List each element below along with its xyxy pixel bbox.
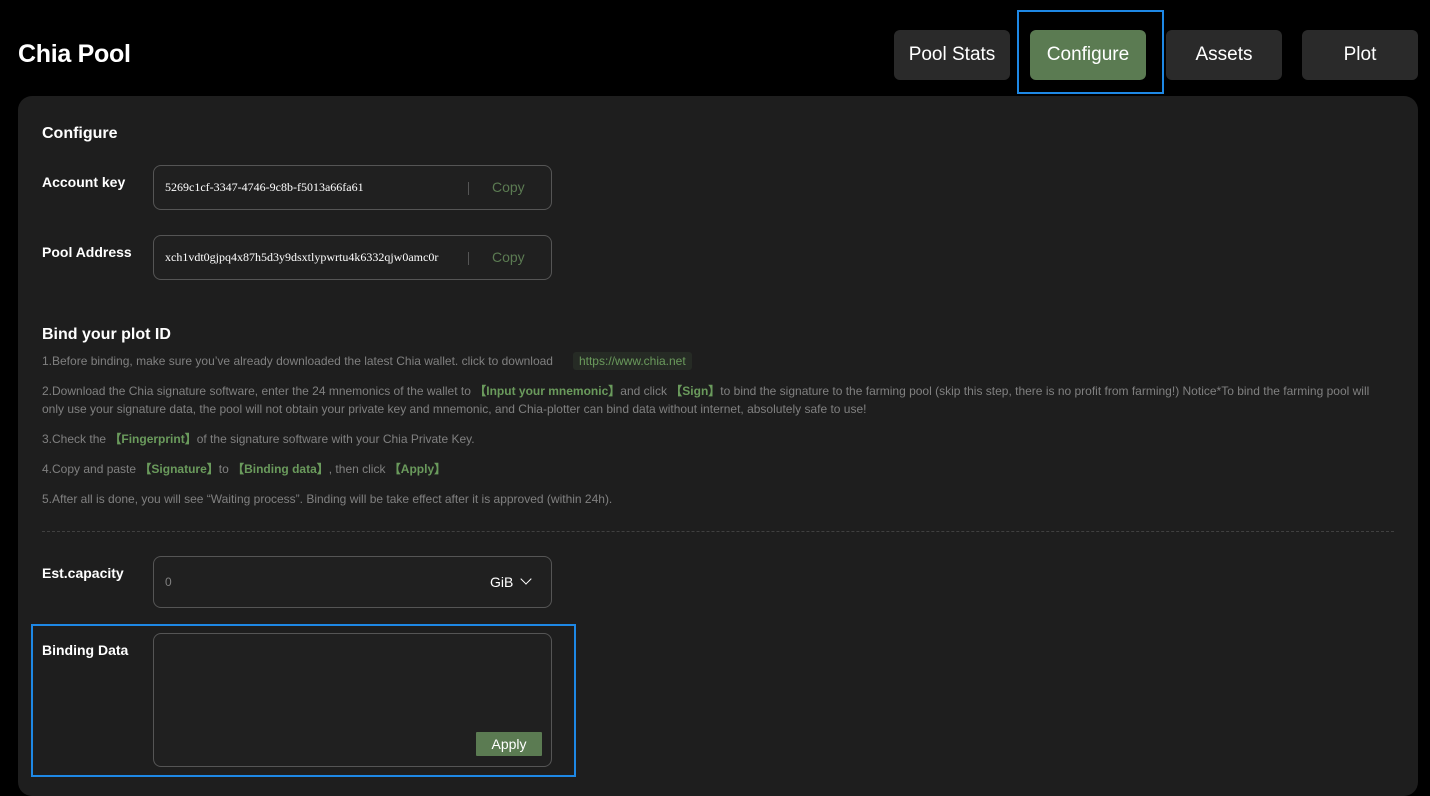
pool-address-label: Pool Address [42, 244, 132, 260]
account-key-value: 5269c1cf-3347-4746-9c8b-f5013a66fa61 [165, 180, 364, 194]
step-3: 3.Check the 【Fingerprint】of the signatur… [42, 430, 1382, 448]
binding-data-highlight: 【Binding data】 [232, 462, 329, 476]
step-1: 1.Before binding, make sure you’ve alrea… [42, 352, 1382, 370]
apply-highlight: 【Apply】 [388, 462, 447, 476]
step-1-text: 1.Before binding, make sure you’ve alrea… [42, 354, 553, 368]
step-2-text-b: and click [620, 384, 671, 398]
chevron-down-icon[interactable] [520, 573, 532, 585]
est-capacity-label: Est.capacity [42, 565, 124, 581]
step-3-text-b: of the signature software with your Chia… [196, 432, 475, 446]
copy-pool-address-button[interactable]: Copy [492, 249, 525, 265]
input-mnemonic-highlight: 【Input your mnemonic】 [474, 384, 621, 398]
step-5-text: 5.After all is done, you will see “Waiti… [42, 492, 613, 506]
chia-download-link[interactable]: https://www.chia.net [572, 352, 692, 370]
copy-account-key-button[interactable]: Copy [492, 179, 525, 195]
account-key-label: Account key [42, 174, 126, 190]
nav-assets-button[interactable]: Assets [1166, 30, 1282, 80]
account-key-field: 5269c1cf-3347-4746-9c8b-f5013a66fa61 Cop… [153, 165, 552, 210]
bind-plot-title: Bind your plot ID [42, 326, 171, 343]
step-4-text-c: , then click [328, 462, 389, 476]
fingerprint-highlight: 【Fingerprint】 [109, 432, 197, 446]
account-key-separator [468, 182, 469, 195]
step-3-text-a: 3.Check the [42, 432, 110, 446]
apply-button[interactable]: Apply [476, 732, 542, 756]
sign-highlight: 【Sign】 [670, 384, 721, 398]
capacity-unit-select[interactable]: GiB [490, 574, 513, 590]
est-capacity-field[interactable]: 0 GiB [153, 556, 552, 608]
bind-instructions: 1.Before binding, make sure you’ve alrea… [42, 352, 1382, 520]
pool-address-value: xch1vdt0gjpq4x87h5d3y9dsxtlypwrtu4k6332q… [165, 250, 439, 264]
pool-address-field: xch1vdt0gjpq4x87h5d3y9dsxtlypwrtu4k6332q… [153, 235, 552, 280]
step-2: 2.Download the Chia signature software, … [42, 382, 1382, 418]
step-5: 5.After all is done, you will see “Waiti… [42, 490, 1382, 508]
configure-panel: Configure Account key 5269c1cf-3347-4746… [18, 96, 1418, 796]
step-4-text-a: 4.Copy and paste [42, 462, 140, 476]
pool-address-separator [468, 252, 469, 265]
est-capacity-value[interactable]: 0 [165, 575, 172, 589]
nav-plot-button[interactable]: Plot [1302, 30, 1418, 80]
configure-title: Configure [42, 125, 118, 142]
signature-highlight: 【Signature】 [139, 462, 219, 476]
binding-data-label: Binding Data [42, 642, 129, 658]
nav-pool-stats-button[interactable]: Pool Stats [894, 30, 1010, 80]
section-divider [42, 531, 1394, 532]
nav-configure-button[interactable]: Configure [1030, 30, 1146, 80]
step-4: 4.Copy and paste 【Signature】to 【Binding … [42, 460, 1382, 478]
step-4-text-b: to [218, 462, 233, 476]
app-title: Chia Pool [18, 40, 131, 68]
step-2-text-a: 2.Download the Chia signature software, … [42, 384, 475, 398]
